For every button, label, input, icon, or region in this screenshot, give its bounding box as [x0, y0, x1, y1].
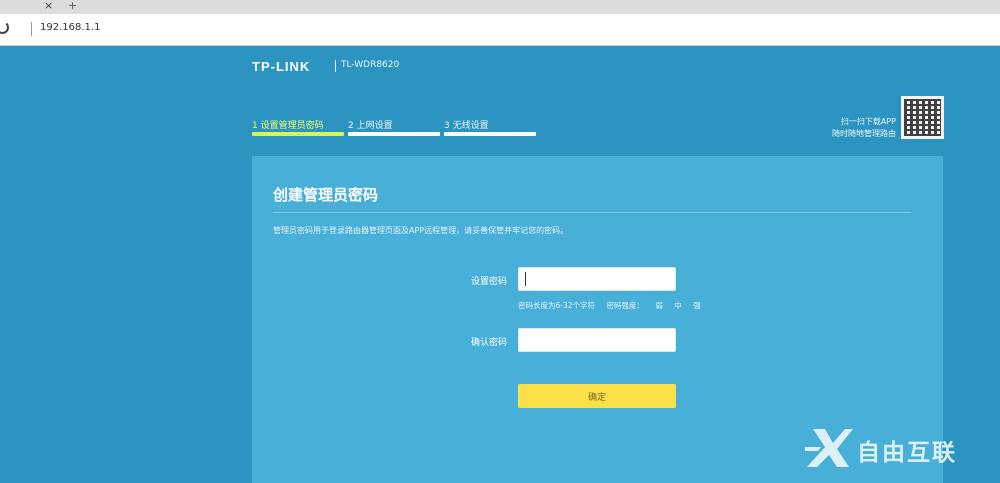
qr-caption-line-2: 随时随地管理路由 [832, 129, 896, 138]
password-label: 设置密码 [470, 277, 507, 287]
reload-icon[interactable] [0, 21, 9, 34]
step-1-bar [252, 132, 344, 136]
hint-length: 密码长度为6-32个字符 [518, 301, 596, 310]
watermark-text: 自由互联 [857, 440, 957, 466]
url-text[interactable]: 192.168.1.1 [40, 22, 100, 33]
qr-code [901, 96, 944, 139]
step-2-bar [348, 132, 440, 136]
step-3-bar [444, 132, 536, 136]
text-caret [525, 272, 526, 286]
setup-steps: 1 设置管理员密码 2 上网设置 3 无线设置 [252, 118, 542, 138]
brand-logo: TP-LINK [252, 59, 311, 74]
browser-tab-bar: × + [0, 0, 1000, 14]
panel-description: 管理员密码用于登录路由器管理页面及APP远程管理，请妥善保管并牢记您的密码。 [273, 226, 569, 235]
brand-separator [335, 60, 336, 72]
hint-strength-weak: 弱 [655, 301, 663, 310]
panel-divider [273, 212, 911, 213]
step-2-label: 2 上网设置 [348, 121, 393, 131]
address-bar: 192.168.1.1 [0, 14, 1000, 46]
step-3-label: 3 无线设置 [444, 121, 489, 131]
address-separator [31, 22, 32, 36]
hint-strength-label: 密码强度： [606, 301, 644, 310]
panel-title: 创建管理员密码 [273, 186, 379, 204]
confirm-password-input[interactable] [518, 328, 676, 352]
screenshot: × + 192.168.1.1 TP-LINK TL-WDR8620 1 设置管… [0, 0, 1000, 483]
qr-caption-line-1: 扫一扫下载APP [840, 117, 896, 126]
qr-caption: 扫一扫下载APP 随时随地管理路由 [812, 116, 896, 140]
model-name: TL-WDR8620 [341, 60, 400, 70]
step-1-label: 1 设置管理员密码 [252, 121, 324, 131]
password-input[interactable] [518, 267, 676, 291]
password-hint: 密码长度为6-32个字符 密码强度： 弱 中 强 [518, 300, 710, 311]
hint-strength-strong: 强 [693, 301, 701, 310]
hint-strength-medium: 中 [674, 301, 682, 310]
new-tab-icon[interactable]: + [68, 0, 77, 12]
confirm-password-label: 确认密码 [470, 338, 507, 348]
qr-code-pattern [904, 99, 941, 136]
close-tab-icon[interactable]: × [44, 0, 53, 12]
watermark: 自由互联 [805, 425, 990, 470]
watermark-x-icon [805, 429, 853, 467]
confirm-button[interactable]: 确定 [518, 384, 676, 408]
